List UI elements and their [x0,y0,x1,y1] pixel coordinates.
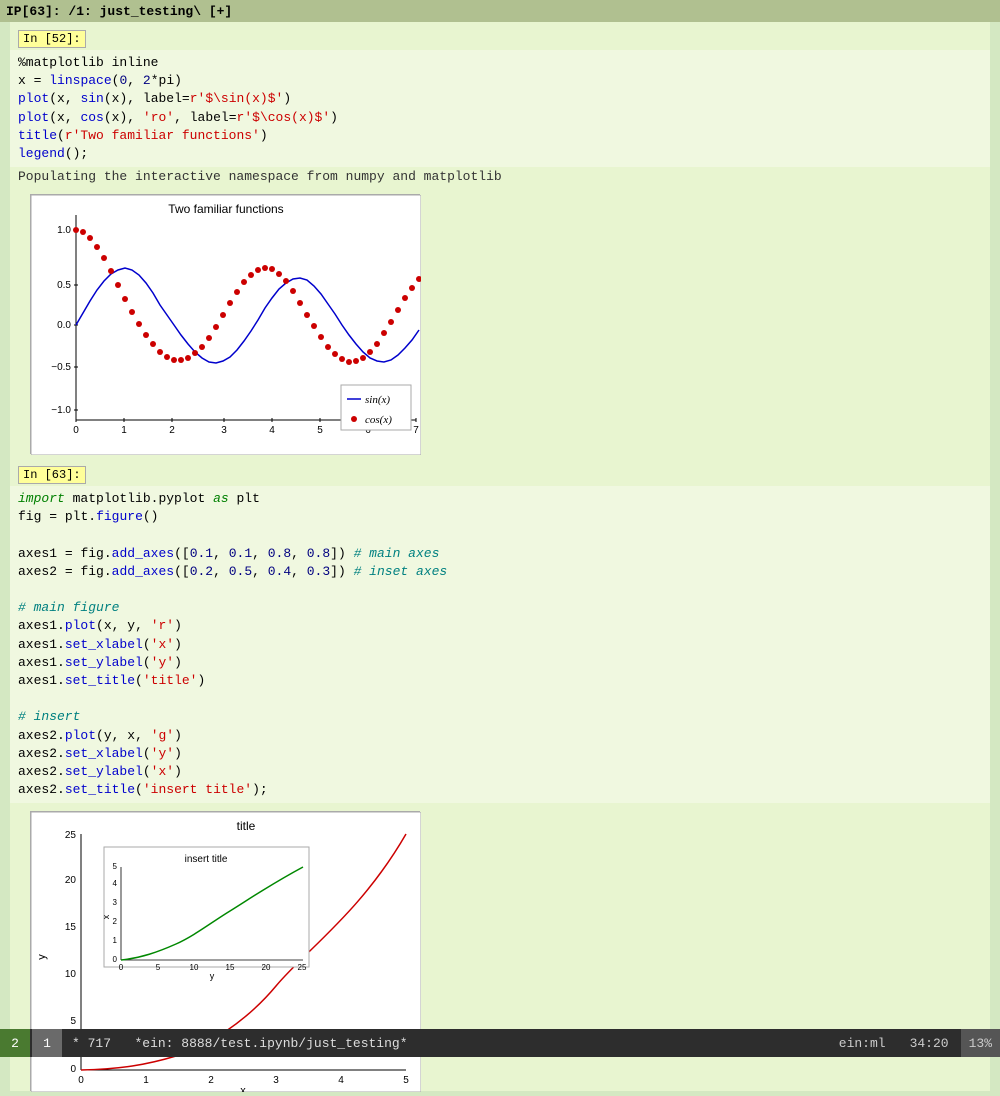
svg-text:0.5: 0.5 [57,280,71,291]
svg-text:1.0: 1.0 [57,225,71,236]
svg-text:20: 20 [262,963,271,972]
status-file: * 717 *ein: 8888/test.ipynb/just_testing… [62,1036,827,1051]
cell-1-code[interactable]: %matplotlib inline x = linspace(0, 2*pi)… [10,50,990,167]
svg-text:25: 25 [298,963,307,972]
cell-2-code[interactable]: import matplotlib.pyplot as plt fig = pl… [10,486,990,803]
svg-text:0: 0 [119,963,124,972]
svg-text:y: y [210,971,215,981]
cell-2: In [63]: import matplotlib.pyplot as plt… [10,458,990,807]
svg-text:25: 25 [65,830,77,841]
svg-text:−0.5: −0.5 [51,362,71,373]
cell-1: In [52]: %matplotlib inline x = linspace… [10,22,990,190]
svg-text:sin(x): sin(x) [365,394,390,406]
svg-text:4: 4 [338,1075,344,1086]
svg-text:1: 1 [121,425,127,436]
svg-text:5: 5 [403,1075,409,1086]
svg-text:2: 2 [113,917,118,926]
title-bar: IP[63]: /1: just_testing\ [+] [0,0,1000,22]
svg-text:1: 1 [113,936,118,945]
svg-text:−1.0: −1.0 [51,405,71,416]
title-text: IP[63]: /1: just_testing\ [+] [6,4,232,19]
svg-text:x: x [101,915,111,920]
svg-text:4: 4 [269,425,275,436]
svg-text:3: 3 [273,1075,279,1086]
chart-1-svg: Two familiar functions 1.0 0.5 0.0 −0.5 … [31,195,421,455]
status-mode-2: 1 [32,1029,62,1057]
svg-text:2: 2 [169,425,175,436]
svg-text:0: 0 [78,1075,84,1086]
status-percent: 13% [961,1029,1000,1057]
svg-text:title: title [237,819,256,833]
svg-text:insert title: insert title [185,854,228,865]
svg-text:1: 1 [143,1075,149,1086]
svg-text:20: 20 [65,875,77,886]
svg-text:cos(x): cos(x) [365,414,392,426]
svg-text:2: 2 [208,1075,214,1086]
chart-1-container: Two familiar functions 1.0 0.5 0.0 −0.5 … [30,194,420,454]
status-position: 34:20 [898,1036,961,1051]
svg-text:0: 0 [70,1064,76,1075]
status-mode-1: 2 [0,1029,30,1057]
svg-text:5: 5 [113,862,118,871]
notebook: In [52]: %matplotlib inline x = linspace… [10,22,990,1091]
svg-text:0.0: 0.0 [57,320,71,331]
svg-text:0: 0 [73,425,79,436]
svg-text:5: 5 [156,963,161,972]
svg-text:5: 5 [317,425,323,436]
svg-text:0: 0 [113,955,118,964]
svg-text:10: 10 [190,963,199,972]
status-indicator: * [72,1036,80,1051]
status-kernel: ein:ml [827,1036,898,1051]
svg-text:15: 15 [65,922,77,933]
svg-text:3: 3 [221,425,227,436]
svg-text:y: y [36,954,48,960]
svg-text:15: 15 [226,963,235,972]
status-bar: 2 1 * 717 *ein: 8888/test.ipynb/just_tes… [0,1029,1000,1057]
svg-text:3: 3 [113,898,118,907]
svg-text:4: 4 [113,879,118,888]
svg-text:5: 5 [70,1016,76,1027]
svg-text:7: 7 [413,425,419,436]
status-filename: *ein: 8888/test.ipynb/just_testing* [134,1036,407,1051]
svg-text:x: x [240,1085,246,1092]
svg-text:Two familiar functions: Two familiar functions [168,202,283,216]
cell-1-output: Populating the interactive namespace fro… [10,167,990,186]
svg-text:10: 10 [65,969,77,980]
cell-1-label[interactable]: In [52]: [18,30,86,48]
status-cell-num: 717 [88,1036,111,1051]
cell-2-label[interactable]: In [63]: [18,466,86,484]
